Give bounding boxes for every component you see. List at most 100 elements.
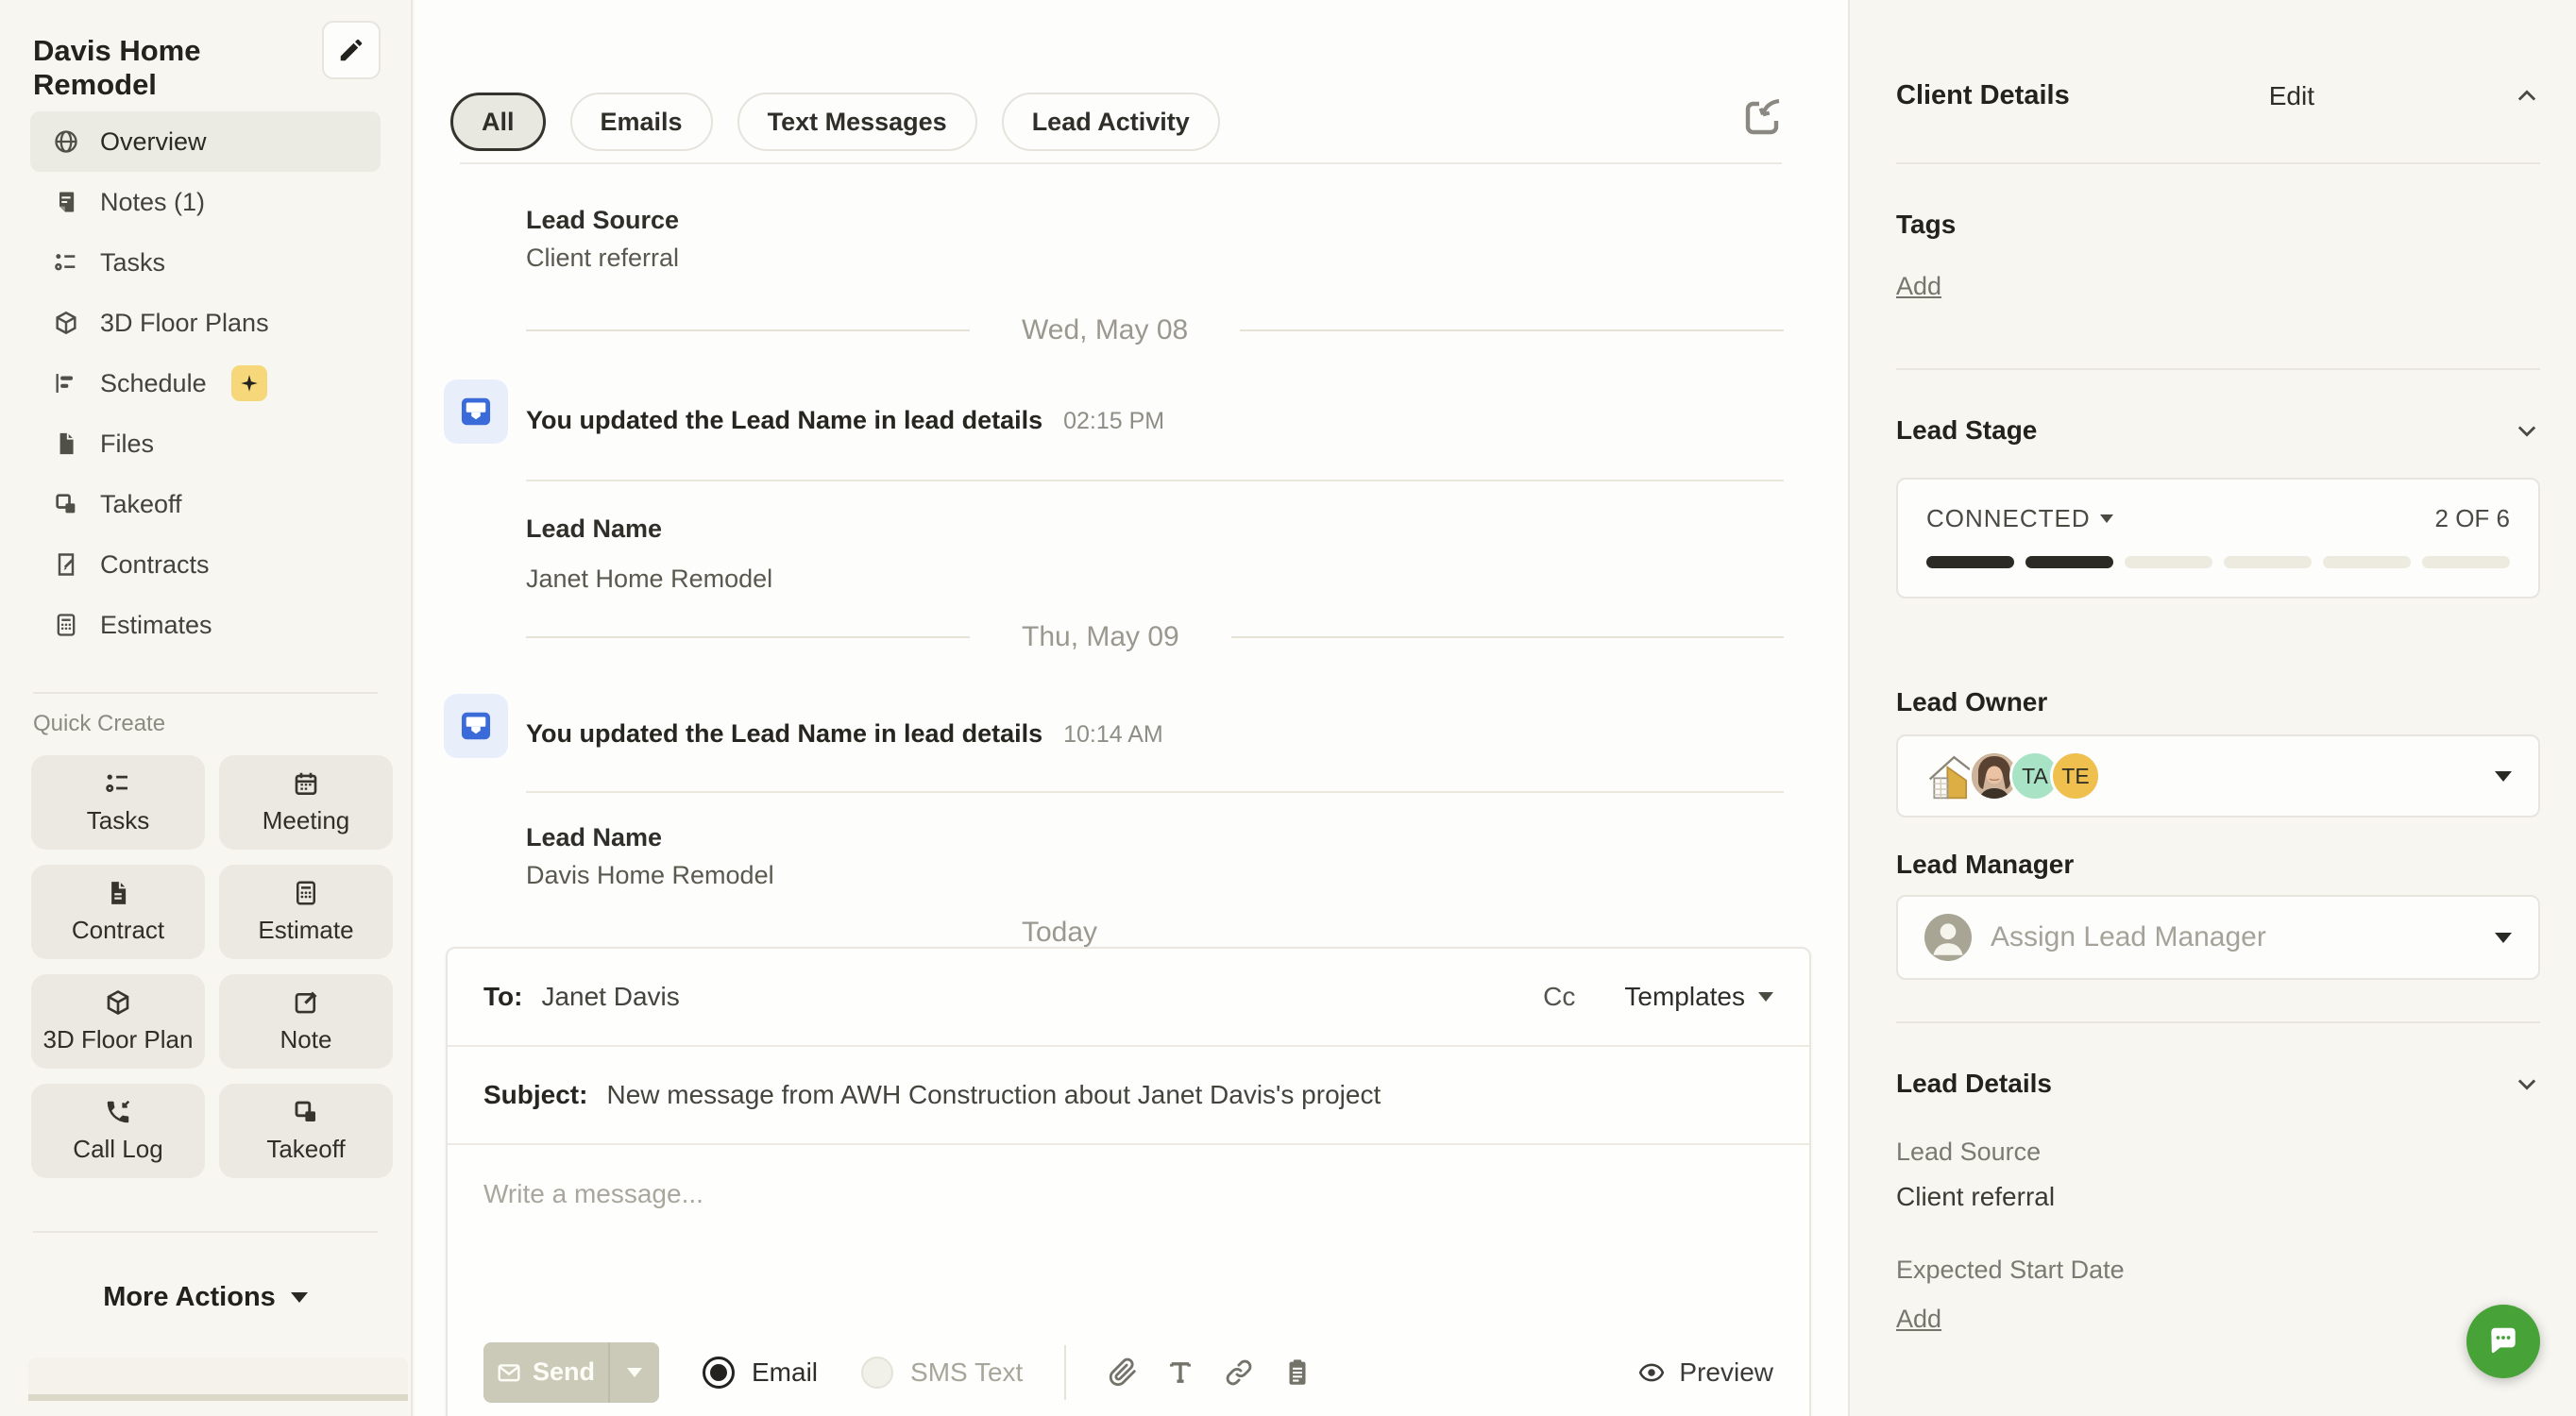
calculator-icon [292, 879, 320, 907]
feed-separator [526, 480, 1784, 481]
add-tag-link[interactable]: Add [1896, 272, 1941, 300]
lead-manager-heading: Lead Manager [1896, 850, 2540, 880]
stage-dropdown[interactable]: CONNECTED [1926, 504, 2113, 533]
link-icon[interactable] [1223, 1357, 1255, 1389]
sidebar-item-estimates[interactable]: Estimates [30, 595, 381, 655]
panel-divider [1896, 368, 2540, 370]
caret-down-icon [2495, 771, 2512, 782]
more-actions-button[interactable]: More Actions [0, 1271, 411, 1323]
quick-create-meeting-button[interactable]: Meeting [219, 755, 393, 850]
sidebar-item-label: Overview [100, 127, 207, 157]
tasks-icon [104, 769, 132, 798]
tab-emails[interactable]: Emails [570, 93, 713, 151]
template-clipboard-icon[interactable] [1281, 1357, 1313, 1389]
edit-project-button[interactable] [322, 21, 381, 79]
tasks-icon [53, 249, 79, 276]
message-input[interactable]: Write a message... [448, 1145, 1809, 1326]
channel-sms-radio[interactable]: SMS Text [861, 1357, 1023, 1389]
tags-heading: Tags [1896, 210, 2540, 240]
quick-create-label: Estimate [258, 916, 353, 945]
quick-create-estimate-button[interactable]: Estimate [219, 865, 393, 959]
quick-create-label: Note [280, 1025, 332, 1054]
edit-client-details-link[interactable]: Edit [2269, 81, 2314, 111]
sidebar-item-files[interactable]: Files [30, 413, 381, 474]
tab-text-messages[interactable]: Text Messages [737, 93, 977, 151]
project-sidebar: Davis Home Remodel Overview Notes (1) Ta… [0, 0, 413, 1416]
divider-line [526, 329, 970, 331]
chevron-down-icon[interactable] [2514, 1070, 2540, 1097]
sidebar-item-contracts[interactable]: Contracts [30, 534, 381, 595]
stage-segment [2224, 556, 2312, 568]
lead-details-icon [444, 379, 508, 444]
send-label: Send [533, 1357, 595, 1387]
to-label: To: [483, 982, 522, 1012]
radio-selected-icon [703, 1357, 735, 1389]
date-divider: Wed, May 08 [526, 312, 1784, 349]
quick-create-tasks-button[interactable]: Tasks [31, 755, 205, 850]
send-options-button[interactable] [608, 1342, 659, 1403]
send-button[interactable]: Send [483, 1342, 608, 1403]
add-start-date-link[interactable]: Add [1896, 1305, 1941, 1333]
sidebar-item-3d-floor-plans[interactable]: 3D Floor Plans [30, 293, 381, 353]
more-actions-label: More Actions [103, 1282, 276, 1313]
sidebar-item-notes[interactable]: Notes (1) [30, 172, 381, 232]
sidebar-divider [33, 692, 378, 694]
lead-stage-card: CONNECTED 2 OF 6 [1896, 478, 2540, 598]
stage-segment [2125, 556, 2212, 568]
quick-create-label: Call Log [73, 1135, 162, 1164]
quick-create-heading: Quick Create [33, 711, 165, 737]
to-recipient: Janet Davis [541, 982, 679, 1012]
stage-progress-bar [1926, 556, 2510, 568]
note-icon [53, 189, 79, 215]
activity-feed: All Emails Text Messages Lead Activity L… [415, 0, 1848, 1416]
quick-create-3d-floor-plan-button[interactable]: 3D Floor Plan [31, 974, 205, 1069]
chevron-up-icon[interactable] [2514, 83, 2540, 110]
lead-manager-dropdown[interactable]: Assign Lead Manager [1896, 895, 2540, 980]
tab-lead-activity[interactable]: Lead Activity [1002, 93, 1220, 151]
sidebar-item-overview[interactable]: Overview [30, 111, 381, 172]
detail-field-label: Lead Source [1896, 1138, 2540, 1167]
caret-down-icon [291, 1292, 308, 1303]
quick-create-label: Contract [72, 916, 164, 945]
composer-to-row[interactable]: To: Janet Davis Cc Templates [448, 949, 1809, 1047]
templates-dropdown[interactable]: Templates [1624, 982, 1773, 1012]
stage-segment [1926, 556, 2014, 568]
activity-time: 02:15 PM [1063, 408, 1164, 435]
sidebar-scrolled-item [28, 1357, 408, 1401]
quick-create-call-log-button[interactable]: Call Log [31, 1084, 205, 1178]
lead-owner-dropdown[interactable]: TA TE [1896, 734, 2540, 818]
pencil-icon [337, 36, 365, 64]
tabs-divider [460, 162, 1782, 164]
caret-down-icon [1758, 992, 1773, 1002]
feed-field-label: Lead Name [526, 514, 662, 544]
client-details-panel: Client Details Edit Tags Add Lead Stage … [1848, 0, 2576, 1416]
chat-bubble-icon [2485, 1323, 2521, 1359]
feed-field-label: Lead Source [526, 206, 679, 235]
text-format-icon[interactable] [1164, 1357, 1196, 1389]
quick-create-contract-button[interactable]: Contract [31, 865, 205, 959]
date-divider-label: Thu, May 09 [970, 621, 1231, 653]
date-divider: Thu, May 09 [526, 618, 1784, 656]
compose-icon[interactable] [1740, 94, 1786, 140]
sidebar-item-tasks[interactable]: Tasks [30, 232, 381, 293]
composer-subject-row[interactable]: Subject: New message from AWH Constructi… [448, 1047, 1809, 1145]
preview-button[interactable]: Preview [1637, 1357, 1773, 1388]
detail-field-value: Client referral [1896, 1182, 2540, 1212]
lead-details-heading: Lead Details [1896, 1069, 2052, 1099]
quick-create-takeoff-button[interactable]: Takeoff [219, 1084, 393, 1178]
channel-email-label: Email [752, 1357, 818, 1388]
activity-text: You updated the Lead Name in lead detail… [526, 719, 1042, 749]
attachment-icon[interactable] [1106, 1357, 1138, 1389]
caret-down-icon [2100, 514, 2113, 523]
sidebar-item-schedule[interactable]: Schedule [30, 353, 381, 413]
feed-field-value: Davis Home Remodel [526, 861, 774, 890]
stage-progress-count: 2 OF 6 [2435, 504, 2510, 533]
cc-button[interactable]: Cc [1543, 982, 1575, 1012]
chat-fab-button[interactable] [2466, 1305, 2540, 1378]
calendar-icon [292, 769, 320, 798]
chevron-down-icon[interactable] [2514, 417, 2540, 444]
quick-create-note-button[interactable]: Note [219, 974, 393, 1069]
tab-all[interactable]: All [450, 93, 546, 151]
channel-email-radio[interactable]: Email [703, 1357, 818, 1389]
sidebar-item-takeoff[interactable]: Takeoff [30, 474, 381, 534]
